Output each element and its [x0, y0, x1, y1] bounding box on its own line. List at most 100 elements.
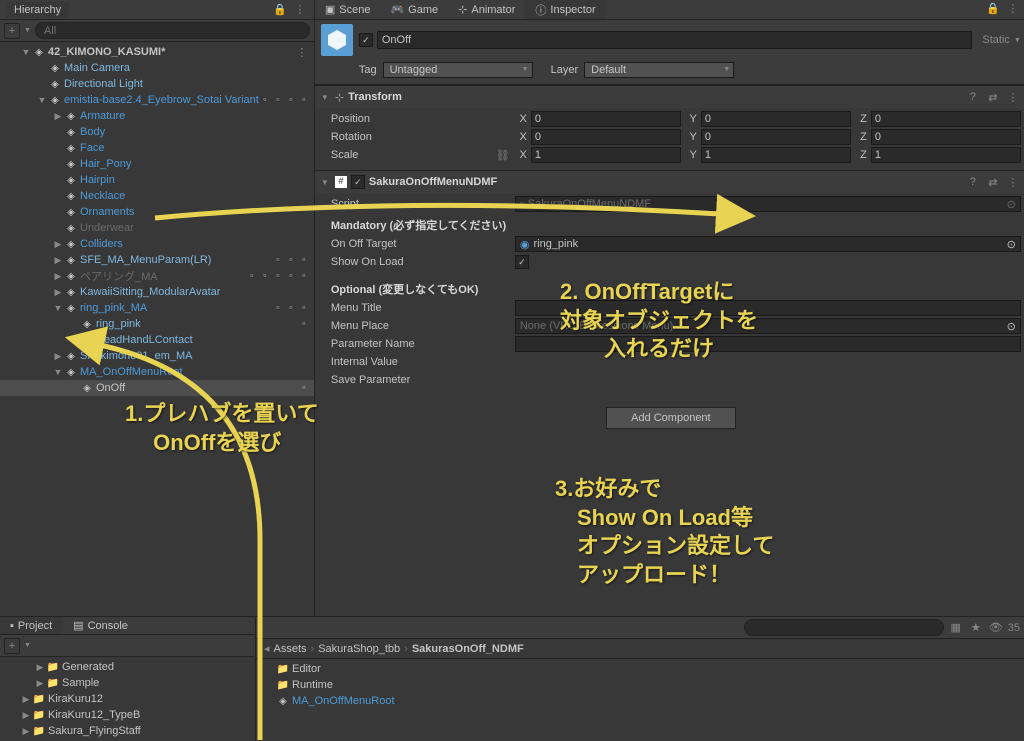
foldout-icon[interactable]: ▼ [321, 178, 331, 187]
favorite-icon[interactable]: ★ [968, 620, 984, 636]
show-on-load-checkbox[interactable]: ✓ [515, 255, 529, 269]
hierarchy-item[interactable]: ▶◈SK_kimono01_em_MA [0, 348, 314, 364]
onoff-target-field[interactable]: ◉ ring_pink ⊙ [515, 236, 1021, 252]
folder-row[interactable]: ▶📁KiraKuru12 [0, 691, 255, 707]
preset-icon[interactable]: ⇄ [985, 89, 1001, 105]
scene-row[interactable]: ▼ ◈ 42_KIMONO_KASUMI* ⋮ [0, 44, 314, 60]
hierarchy-item[interactable]: ▼◈emistia-base2.4_Eyebrow_Sotai Variant▫… [0, 92, 314, 108]
project-tab[interactable]: ▪ Project [0, 617, 62, 634]
component-menu-icon[interactable]: ⋮ [1005, 174, 1021, 190]
foldout-icon[interactable]: ▶ [20, 710, 32, 721]
menu-place-field[interactable]: None (VRC Expressions Menu)⊙ [515, 318, 1021, 334]
hierarchy-item[interactable]: ▶◈SFE_MA_MenuParam(LR)▫▫▫ [0, 252, 314, 268]
foldout-icon[interactable]: ▶ [20, 726, 32, 737]
hierarchy-tab[interactable]: Hierarchy [6, 2, 69, 18]
foldout-icon[interactable]: ▶ [52, 255, 64, 266]
scene-menu-icon[interactable]: ⋮ [294, 44, 310, 60]
asset-row[interactable]: 📁Editor [256, 661, 1024, 677]
asset-row[interactable]: ◈MA_OnOffMenuRoot [256, 693, 1024, 709]
foldout-icon[interactable]: ▶ [52, 271, 64, 282]
breadcrumb-leaf[interactable]: SakurasOnOff_NDMF [412, 643, 524, 655]
menu-title-field[interactable] [515, 300, 1021, 316]
object-picker-icon[interactable]: ⊙ [1007, 198, 1016, 211]
hierarchy-item[interactable]: ◈Face [0, 140, 314, 156]
position-z-field[interactable] [871, 111, 1021, 127]
hierarchy-item[interactable]: ▶◈Armature [0, 108, 314, 124]
tab-animator[interactable]: ⊹Animator [448, 0, 525, 19]
foldout-icon[interactable]: ▼ [52, 303, 64, 313]
add-component-button[interactable]: Add Component [606, 407, 736, 429]
gameobject-name-field[interactable] [377, 31, 973, 49]
hierarchy-item[interactable]: ◈HeadHandLContact [0, 332, 314, 348]
hierarchy-item[interactable]: ◈Ornaments [0, 204, 314, 220]
hierarchy-item[interactable]: ▶◈ペアリング_MA▫▫▫▫▫ [0, 268, 314, 284]
hierarchy-item[interactable]: ◈ring_pink▫ [0, 316, 314, 332]
rotation-z-field[interactable] [871, 129, 1021, 145]
inspector-menu-icon[interactable]: ⋮ [1005, 0, 1021, 16]
visibility-icon[interactable]: 👁 [988, 620, 1004, 636]
hierarchy-menu-icon[interactable]: ⋮ [292, 2, 308, 18]
hierarchy-search-input[interactable] [35, 22, 310, 39]
help-icon[interactable]: ? [965, 174, 981, 190]
param-name-field[interactable] [515, 336, 1021, 352]
foldout-icon[interactable]: ▶ [52, 239, 64, 250]
project-search-input[interactable] [744, 619, 944, 636]
hierarchy-item[interactable]: ▶◈KawaiiSitting_ModularAvatar [0, 284, 314, 300]
inspector-lock-icon[interactable]: 🔒 [985, 0, 1001, 16]
breadcrumb-root[interactable]: Assets [274, 643, 307, 655]
rotation-y-field[interactable] [701, 129, 851, 145]
foldout-icon[interactable]: ▶ [34, 662, 46, 673]
layer-dropdown[interactable]: Default [584, 62, 734, 78]
search-filter-icon[interactable]: ▦ [948, 620, 964, 636]
hierarchy-item[interactable]: ◈Body [0, 124, 314, 140]
tab-game[interactable]: 🎮Game [380, 0, 448, 19]
scale-x-field[interactable] [531, 147, 681, 163]
console-tab[interactable]: ▤ Console [63, 617, 138, 634]
add-asset-button[interactable]: + [4, 638, 20, 654]
foldout-icon[interactable]: ▼ [321, 93, 331, 102]
rotation-x-field[interactable] [531, 129, 681, 145]
help-icon[interactable]: ? [965, 89, 981, 105]
hierarchy-item[interactable]: ◈OnOff▫ [0, 380, 314, 396]
asset-row[interactable]: 📁Runtime [256, 677, 1024, 693]
preset-icon[interactable]: ⇄ [985, 174, 1001, 190]
add-menu-button[interactable]: + [4, 23, 20, 39]
hierarchy-item[interactable]: ▼◈ring_pink_MA▫▫▫ [0, 300, 314, 316]
gameobject-icon[interactable] [321, 24, 353, 56]
hierarchy-item[interactable]: ◈Underwear [0, 220, 314, 236]
hierarchy-item[interactable]: ◈Directional Light [0, 76, 314, 92]
gameobject-active-checkbox[interactable]: ✓ [359, 33, 373, 47]
foldout-icon[interactable]: ▶ [20, 694, 32, 705]
folder-row[interactable]: ▶📁Sample [0, 675, 255, 691]
hierarchy-item[interactable]: ◈Main Camera [0, 60, 314, 76]
folder-row[interactable]: ▶📁Generated [0, 659, 255, 675]
object-picker-icon[interactable]: ⊙ [1007, 320, 1016, 333]
object-picker-icon[interactable]: ⊙ [1007, 238, 1016, 251]
hierarchy-item[interactable]: ◈Necklace [0, 188, 314, 204]
foldout-icon[interactable]: ▶ [34, 678, 46, 689]
foldout-icon[interactable]: ▶ [52, 287, 64, 298]
folder-row[interactable]: ▶📁Sakura_FlyingStaff [0, 723, 255, 739]
component-menu-icon[interactable]: ⋮ [1005, 89, 1021, 105]
scale-y-field[interactable] [701, 147, 851, 163]
tab-scene[interactable]: ▣Scene [315, 0, 381, 19]
position-x-field[interactable] [531, 111, 681, 127]
scale-z-field[interactable] [871, 147, 1021, 163]
folder-row[interactable]: ▶📁KiraKuru12_TypeB [0, 707, 255, 723]
foldout-icon[interactable]: ▶ [52, 351, 64, 362]
foldout-icon[interactable]: ▼ [20, 47, 32, 57]
hierarchy-item[interactable]: ▼◈MA_OnOffMenuRoot [0, 364, 314, 380]
hierarchy-item[interactable]: ◈Hair_Pony [0, 156, 314, 172]
foldout-icon[interactable]: ▶ [52, 111, 64, 122]
tag-dropdown[interactable]: Untagged [383, 62, 533, 78]
breadcrumb-mid[interactable]: SakuraShop_tbb [318, 643, 400, 655]
hierarchy-lock-icon[interactable]: 🔒 [272, 2, 288, 18]
hierarchy-item[interactable]: ▶◈Colliders [0, 236, 314, 252]
breadcrumb-back-icon[interactable]: ◂ [264, 642, 270, 655]
component-enabled-checkbox[interactable]: ✓ [351, 175, 365, 189]
foldout-icon[interactable]: ▼ [36, 95, 48, 105]
static-dropdown-icon[interactable]: ▼ [1014, 37, 1021, 44]
position-y-field[interactable] [701, 111, 851, 127]
constrain-icon[interactable]: ⛓ [495, 147, 511, 163]
tab-inspector[interactable]: ⓘInspector [525, 0, 605, 19]
